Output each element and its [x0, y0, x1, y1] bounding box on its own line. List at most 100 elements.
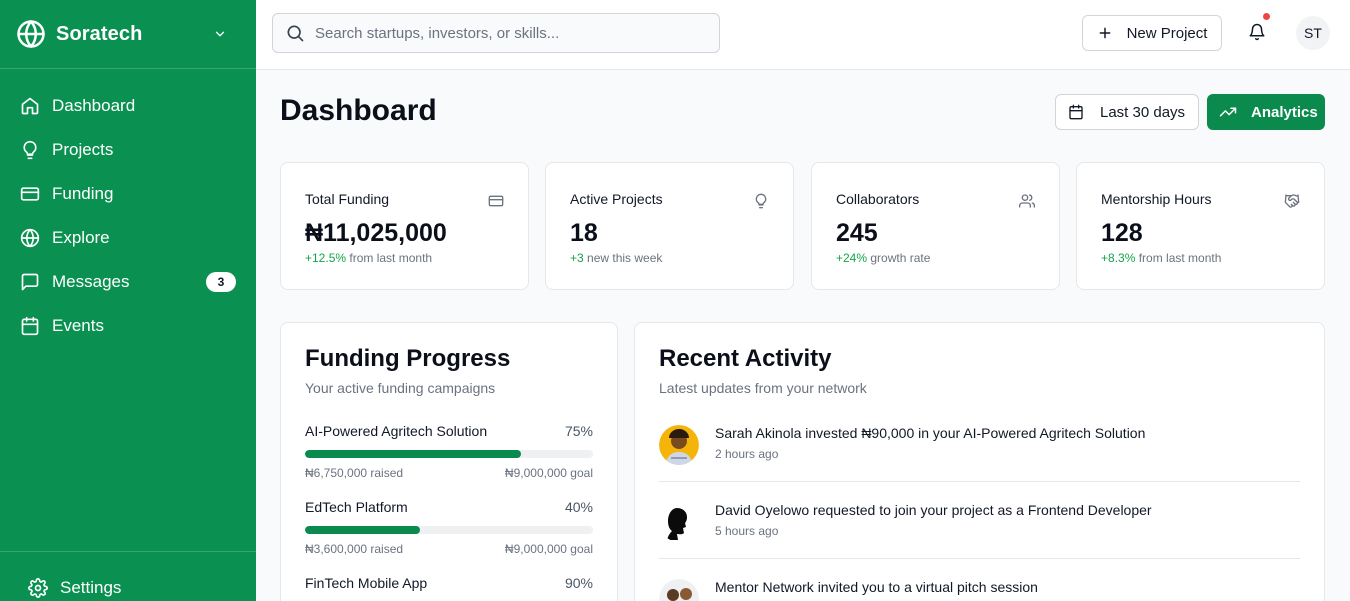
- message-icon: [20, 272, 40, 292]
- brand-name: Soratech: [56, 22, 143, 45]
- credit-card-icon: [488, 193, 504, 209]
- calendar-icon: [1068, 104, 1084, 120]
- stat-card-mentorship-hours: Mentorship Hours 128 +8.3% from last mon…: [1076, 162, 1325, 290]
- activity-text: David Oyelowo requested to join your pro…: [715, 502, 1152, 518]
- campaign-name: EdTech Platform: [305, 499, 408, 515]
- stat-value: 245: [836, 219, 878, 247]
- amount-goal: ₦9,000,000 goal: [504, 466, 593, 480]
- card-subtitle: Your active funding campaigns: [305, 380, 496, 396]
- avatar: [659, 502, 699, 542]
- card-subtitle: Latest updates from your network: [659, 380, 867, 396]
- sidebar-item-label: Dashboard: [52, 96, 136, 115]
- sidebar-item-explore[interactable]: Explore: [0, 216, 256, 260]
- sidebar-item-label: Explore: [52, 228, 110, 247]
- funding-item[interactable]: FinTech Mobile App 90%: [305, 575, 593, 601]
- sidebar-item-label: Projects: [52, 140, 114, 159]
- user-avatar[interactable]: ST: [1296, 16, 1330, 50]
- stat-delta-value: +12.5%: [305, 251, 347, 265]
- topbar: New Project ST: [256, 0, 1350, 70]
- new-project-button[interactable]: New Project: [1082, 15, 1222, 51]
- campaign-name: AI-Powered Agritech Solution: [305, 423, 488, 439]
- stat-delta-text: from last month: [1135, 251, 1222, 265]
- recent-activity-card: Recent Activity Latest updates from your…: [634, 322, 1325, 601]
- avatar: [659, 425, 699, 465]
- stat-delta: +12.5% from last month: [305, 251, 432, 265]
- lightbulb-icon: [753, 193, 769, 209]
- search-box[interactable]: [272, 13, 720, 53]
- campaign-percent: 90%: [564, 575, 593, 591]
- stat-card-total-funding: Total Funding ₦11,025,000 +12.5% from la…: [280, 162, 529, 290]
- stat-card-collaborators: Collaborators 245 +24% growth rate: [811, 162, 1060, 290]
- stat-value: 18: [570, 219, 598, 247]
- sidebar-item-label: Messages: [52, 272, 130, 291]
- amount-raised: ₦6,750,000 raised: [305, 466, 404, 480]
- sidebar-item-funding[interactable]: Funding: [0, 172, 256, 216]
- gear-icon: [28, 578, 48, 598]
- stat-label: Mentorship Hours: [1101, 191, 1212, 207]
- activity-item[interactable]: Mentor Network invited you to a virtual …: [659, 579, 1300, 601]
- divider: [659, 481, 1300, 482]
- activity-item[interactable]: David Oyelowo requested to join your pro…: [659, 502, 1300, 546]
- settings-label: Settings: [60, 578, 122, 597]
- sidebar: Soratech Dashboard Projects Funding Expl…: [0, 0, 256, 601]
- unread-count-badge: 3: [206, 272, 236, 292]
- sidebar-item-settings[interactable]: Settings: [0, 552, 256, 601]
- globe-logo-icon: [16, 19, 46, 49]
- search-icon: [285, 23, 305, 43]
- credit-card-icon: [20, 184, 40, 204]
- notifications-button[interactable]: [1246, 13, 1270, 43]
- sidebar-footer: Settings: [0, 551, 256, 601]
- date-range-button[interactable]: Last 30 days: [1055, 94, 1199, 130]
- divider: [659, 558, 1300, 559]
- activity-time: 5 hours ago: [715, 524, 779, 538]
- activity-text: Sarah Akinola invested ₦90,000 in your A…: [715, 425, 1146, 441]
- bell-icon: [1248, 23, 1266, 41]
- card-title: Recent Activity: [659, 345, 832, 372]
- stat-delta: +8.3% from last month: [1101, 251, 1221, 265]
- stat-card-active-projects: Active Projects 18 +3 new this week: [545, 162, 794, 290]
- sidebar-nav: Dashboard Projects Funding Explore Messa…: [0, 69, 256, 348]
- stat-value: ₦11,025,000: [305, 219, 447, 247]
- progress-fill: [305, 450, 521, 458]
- sidebar-item-events[interactable]: Events: [0, 304, 256, 348]
- stat-label: Collaborators: [836, 191, 920, 207]
- stat-delta: +24% growth rate: [836, 251, 930, 265]
- amount-goal: ₦9,000,000 goal: [504, 542, 593, 556]
- stat-value: 128: [1101, 219, 1143, 247]
- campaign-percent: 75%: [564, 423, 593, 439]
- analytics-label: Analytics: [1251, 103, 1318, 121]
- stat-delta-text: new this week: [583, 251, 663, 265]
- funding-item[interactable]: AI-Powered Agritech Solution 75% ₦6,750,0…: [305, 423, 593, 480]
- sidebar-item-projects[interactable]: Projects: [0, 128, 256, 172]
- brand-switcher[interactable]: Soratech: [0, 0, 256, 69]
- avatar: [659, 579, 699, 601]
- amount-raised: ₦3,600,000 raised: [305, 542, 404, 556]
- sidebar-item-dashboard[interactable]: Dashboard: [0, 84, 256, 128]
- stat-delta-text: from last month: [346, 251, 433, 265]
- search-input[interactable]: [315, 24, 707, 42]
- activity-item[interactable]: Sarah Akinola invested ₦90,000 in your A…: [659, 425, 1300, 469]
- trending-up-icon: [1219, 103, 1237, 121]
- date-range-label: Last 30 days: [1100, 103, 1186, 121]
- chevron-down-icon[interactable]: [212, 26, 228, 42]
- analytics-button[interactable]: Analytics: [1207, 94, 1325, 130]
- users-icon: [1019, 193, 1035, 209]
- progress-fill: [305, 526, 421, 534]
- campaign-percent: 40%: [564, 499, 593, 515]
- stat-label: Active Projects: [570, 191, 663, 207]
- calendar-icon: [20, 316, 40, 336]
- sidebar-item-messages[interactable]: Messages 3: [0, 260, 256, 304]
- stat-delta-value: +24%: [836, 251, 868, 265]
- activity-text: Mentor Network invited you to a virtual …: [715, 579, 1038, 595]
- handshake-icon: [1284, 193, 1300, 209]
- funding-item[interactable]: EdTech Platform 40% ₦3,600,000 raised ₦9,0…: [305, 499, 593, 556]
- page-title: Dashboard: [280, 94, 437, 127]
- stat-delta: +3 new this week: [570, 251, 662, 265]
- notification-dot: [1263, 13, 1270, 20]
- activity-time: 2 hours ago: [715, 447, 779, 461]
- sidebar-item-label: Funding: [52, 184, 114, 203]
- home-icon: [20, 96, 40, 116]
- globe-icon: [20, 228, 40, 248]
- plus-icon: [1097, 25, 1113, 41]
- funding-progress-card: Funding Progress Your active funding cam…: [280, 322, 618, 601]
